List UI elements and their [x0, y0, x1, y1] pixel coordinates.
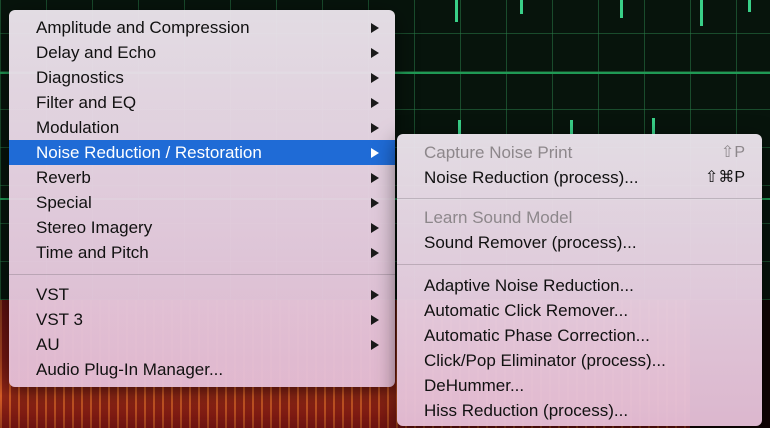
menu-item-label: VST [36, 285, 70, 304]
menu-item-label: Automatic Phase Correction... [424, 326, 650, 345]
menu-item-label: Adaptive Noise Reduction... [424, 276, 634, 295]
menu-item-label: Reverb [36, 168, 91, 187]
menu-item-label: Stereo Imagery [36, 218, 153, 237]
menu-item-time-and-pitch[interactable]: Time and Pitch [9, 240, 395, 265]
submenu-arrow-icon [371, 315, 379, 325]
menu-item-click-pop-eliminator[interactable]: Click/Pop Eliminator (process)... [397, 348, 762, 373]
effects-menu: Amplitude and Compression Delay and Echo… [9, 10, 395, 387]
menu-item-label: Modulation [36, 118, 120, 137]
menu-separator [9, 274, 395, 275]
waveform-peak [570, 120, 573, 134]
menu-item-vst3[interactable]: VST 3 [9, 307, 395, 332]
menu-item-label: Audio Plug-In Manager... [36, 360, 224, 379]
submenu-arrow-icon [371, 73, 379, 83]
submenu-arrow-icon [371, 198, 379, 208]
menu-item-label: Learn Sound Model [424, 208, 573, 227]
menu-item-capture-noise-print[interactable]: Capture Noise Print ⇧P [397, 140, 762, 165]
waveform-peak [620, 0, 623, 18]
submenu-arrow-icon [371, 23, 379, 33]
menu-item-label: Special [36, 193, 92, 212]
menu-item-vst[interactable]: VST [9, 282, 395, 307]
menu-item-label: VST 3 [36, 310, 83, 329]
menu-item-delay-and-echo[interactable]: Delay and Echo [9, 40, 395, 65]
menu-item-amplitude-and-compression[interactable]: Amplitude and Compression [9, 15, 395, 40]
submenu-arrow-icon [371, 248, 379, 258]
menu-separator [397, 264, 762, 265]
menu-item-label: Filter and EQ [36, 93, 137, 112]
menu-item-label: Automatic Click Remover... [424, 301, 629, 320]
shortcut-label: ⇧P [720, 144, 745, 161]
menu-item-noise-reduction-process[interactable]: Noise Reduction (process)... ⇧⌘P [397, 165, 762, 190]
menu-item-label: Noise Reduction (process)... [424, 168, 639, 187]
menu-item-reverb[interactable]: Reverb [9, 165, 395, 190]
menu-item-label: Capture Noise Print [424, 143, 573, 162]
submenu-arrow-icon [371, 290, 379, 300]
menu-item-au[interactable]: AU [9, 332, 395, 357]
menu-item-label: Sound Remover (process)... [424, 233, 637, 252]
menu-item-label: AU [36, 335, 60, 354]
menu-item-label: Noise Reduction / Restoration [36, 143, 262, 162]
menu-item-stereo-imagery[interactable]: Stereo Imagery [9, 215, 395, 240]
menu-item-sound-remover-process[interactable]: Sound Remover (process)... [397, 230, 762, 255]
menu-item-label: Hiss Reduction (process)... [424, 401, 629, 420]
menu-item-noise-reduction-restoration[interactable]: Noise Reduction / Restoration [9, 140, 395, 165]
menu-item-label: Diagnostics [36, 68, 124, 87]
submenu-arrow-icon [371, 123, 379, 133]
menu-separator [397, 198, 762, 199]
submenu-arrow-icon [371, 98, 379, 108]
menu-item-label: Delay and Echo [36, 43, 157, 62]
menu-item-label: Click/Pop Eliminator (process)... [424, 351, 666, 370]
menu-item-label: DeHummer... [424, 376, 525, 395]
menu-item-label: Amplitude and Compression [36, 18, 250, 37]
menu-item-automatic-click-remover[interactable]: Automatic Click Remover... [397, 298, 762, 323]
submenu-arrow-icon [371, 148, 379, 158]
menu-item-hiss-reduction[interactable]: Hiss Reduction (process)... [397, 398, 762, 423]
submenu-arrow-icon [371, 340, 379, 350]
menu-item-adaptive-noise-reduction[interactable]: Adaptive Noise Reduction... [397, 273, 762, 298]
waveform-peak [455, 0, 458, 22]
waveform-peak [520, 0, 523, 14]
menu-item-diagnostics[interactable]: Diagnostics [9, 65, 395, 90]
waveform-peak [700, 0, 703, 26]
menu-item-label: Time and Pitch [36, 243, 149, 262]
noise-reduction-submenu: Capture Noise Print ⇧P Noise Reduction (… [397, 134, 762, 426]
menu-item-learn-sound-model[interactable]: Learn Sound Model [397, 205, 762, 230]
menu-item-special[interactable]: Special [9, 190, 395, 215]
submenu-arrow-icon [371, 48, 379, 58]
submenu-arrow-icon [371, 223, 379, 233]
submenu-arrow-icon [371, 173, 379, 183]
menu-item-dehummer[interactable]: DeHummer... [397, 373, 762, 398]
menu-item-modulation[interactable]: Modulation [9, 115, 395, 140]
waveform-peak [748, 0, 751, 12]
menu-item-automatic-phase-correction[interactable]: Automatic Phase Correction... [397, 323, 762, 348]
menu-item-filter-and-eq[interactable]: Filter and EQ [9, 90, 395, 115]
menu-item-audio-plugin-manager[interactable]: Audio Plug-In Manager... [9, 357, 395, 382]
shortcut-label: ⇧⌘P [704, 169, 745, 186]
